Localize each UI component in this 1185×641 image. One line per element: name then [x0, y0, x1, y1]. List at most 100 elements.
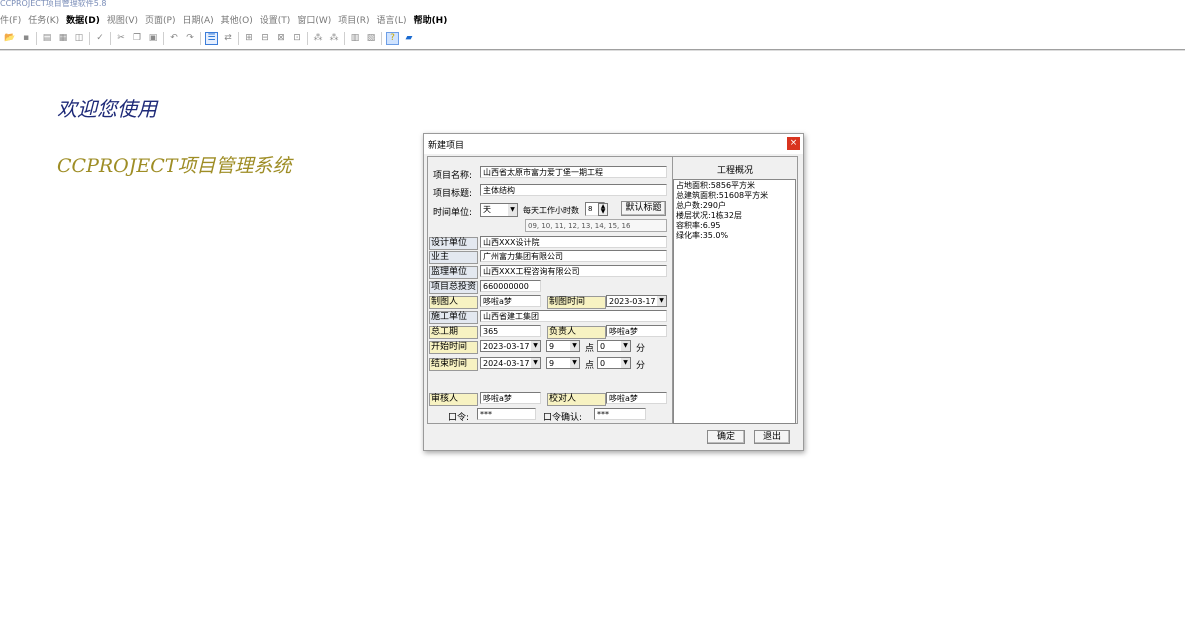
end-minute-select[interactable]: 0 ▼	[597, 357, 631, 369]
owner-field[interactable]: 广州富力集团有限公司	[480, 250, 667, 262]
network-alt-icon[interactable]: ⁂	[328, 32, 340, 44]
overview-title: 工程概况	[716, 166, 753, 176]
start-date-picker[interactable]: 2023-03-17 ▼	[480, 340, 541, 352]
drawer-field[interactable]: 哆啦a梦	[480, 295, 541, 307]
manager-field[interactable]: 哆啦a梦	[606, 325, 667, 337]
toolbar-separator	[200, 31, 201, 45]
split-icon[interactable]: ⊠	[275, 32, 287, 44]
paste-icon[interactable]: ▣	[147, 32, 159, 44]
chevron-down-icon[interactable]: ▼	[531, 341, 540, 351]
project-subtitle-field[interactable]: 主体结构	[480, 184, 667, 196]
project-subtitle-label: 项目标题:	[433, 189, 473, 199]
copy-icon[interactable]: ❐	[131, 32, 143, 44]
chevron-down-icon[interactable]: ▼	[621, 358, 630, 368]
menu-item[interactable]: 其他(O)	[221, 13, 253, 26]
chevron-down-icon[interactable]: ▼	[531, 358, 540, 368]
start-minute-unit: 分	[636, 344, 646, 354]
total-period-field[interactable]: 365	[480, 325, 541, 337]
supervision-label: 监理单位	[429, 266, 478, 279]
menu-item[interactable]: 任务(K)	[28, 13, 59, 26]
print-icon[interactable]: ▦	[57, 32, 69, 44]
menu-item[interactable]: 语言(L)	[377, 13, 407, 26]
dialog-title-bar[interactable]: 新建项目 ×	[424, 134, 803, 154]
start-hour-select[interactable]: 9 ▼	[546, 340, 580, 352]
project-name-field[interactable]: 山西省太原市富力爱丁堡一期工程	[480, 166, 667, 178]
end-hour-value: 9	[549, 359, 555, 368]
end-minute-unit: 分	[636, 361, 646, 371]
investment-field[interactable]: 660000000	[480, 280, 541, 292]
spell-check-icon[interactable]: ✓	[94, 32, 106, 44]
password-label: 口令:	[448, 413, 470, 423]
password-confirm-field[interactable]: ***	[594, 408, 646, 420]
calendar-icon[interactable]: ▥	[349, 32, 361, 44]
default-title-button[interactable]: 默认标题	[621, 201, 666, 216]
password-field[interactable]: ***	[477, 408, 536, 420]
construction-field[interactable]: 山西省建工集团	[480, 310, 667, 322]
link-icon[interactable]: ⇄	[222, 32, 234, 44]
menu-item[interactable]: 帮助(H)	[414, 13, 448, 26]
save-icon[interactable]: ▪	[20, 32, 32, 44]
supervision-field[interactable]: 山西XXX工程咨询有限公司	[480, 265, 667, 277]
work-hours-list[interactable]: 09, 10, 11, 12, 13, 14, 15, 16	[525, 219, 667, 232]
folder-icon[interactable]: ▰	[403, 32, 415, 44]
cut-icon[interactable]: ✂	[115, 32, 127, 44]
welcome-system-name: CCPROJECT项目管理系统	[57, 155, 292, 177]
reviewer-field[interactable]: 哆啦a梦	[480, 392, 541, 404]
toolbar-separator	[307, 31, 308, 45]
menu-item[interactable]: 项目(R)	[338, 13, 369, 26]
page-preview-icon[interactable]: ◫	[73, 32, 85, 44]
menu-item[interactable]: 视图(V)	[107, 13, 138, 26]
end-hour-unit: 点	[585, 361, 595, 371]
menu-item[interactable]: 日期(A)	[182, 13, 213, 26]
total-period-label: 总工期	[429, 326, 478, 339]
construction-label: 施工单位	[429, 311, 478, 324]
chevron-down-icon[interactable]: ▼	[657, 296, 666, 306]
overview-textarea[interactable]: 占地面积:5856平方米 总建筑面积:51608平方米 总户数:290户 楼层状…	[673, 179, 796, 424]
redo-icon[interactable]: ↷	[184, 32, 196, 44]
task-list-icon[interactable]: ☰	[205, 31, 218, 45]
project-overview-panel: 工程概况 占地面积:5856平方米 总建筑面积:51608平方米 总户数:290…	[672, 156, 798, 424]
indent-icon[interactable]: ⊞	[243, 32, 255, 44]
checker-field[interactable]: 哆啦a梦	[606, 392, 667, 404]
menu-item[interactable]: 设置(T)	[260, 13, 291, 26]
exit-button[interactable]: 退出	[754, 430, 790, 444]
draw-time-label: 制图时间	[547, 296, 606, 309]
drawer-label: 制图人	[429, 296, 478, 309]
draw-time-value: 2023-03-17	[609, 297, 656, 306]
toolbar-separator	[36, 31, 37, 45]
draw-time-picker[interactable]: 2023-03-17 ▼	[606, 295, 667, 307]
start-hour-unit: 点	[585, 344, 595, 354]
time-unit-select[interactable]: 天 ▼	[480, 203, 518, 217]
menu-item[interactable]: 数据(D)	[66, 13, 100, 26]
start-minute-select[interactable]: 0 ▼	[597, 340, 631, 352]
menu-item[interactable]: 件(F)	[0, 13, 21, 26]
design-unit-field[interactable]: 山西XXX设计院	[480, 236, 667, 248]
toolbar-separator	[163, 31, 164, 45]
close-icon[interactable]: ×	[787, 137, 800, 150]
toolbar-separator	[110, 31, 111, 45]
toolbar-separator	[381, 31, 382, 45]
chevron-down-icon[interactable]: ▼	[508, 204, 517, 216]
chevron-down-icon[interactable]: ▼	[570, 358, 579, 368]
manager-label: 负责人	[547, 326, 606, 339]
menu-item[interactable]: 页面(P)	[145, 13, 175, 26]
chevron-down-icon[interactable]: ▼	[570, 341, 579, 351]
help-icon[interactable]: ?	[386, 31, 399, 45]
project-form: 项目名称: 山西省太原市富力爱丁堡一期工程 项目标题: 主体结构 时间单位: 天…	[427, 156, 674, 424]
outdent-icon[interactable]: ⊟	[259, 32, 271, 44]
network-icon[interactable]: ⁂	[312, 32, 324, 44]
toolbar-separator	[344, 31, 345, 45]
undo-icon[interactable]: ↶	[168, 32, 180, 44]
merge-icon[interactable]: ⊡	[291, 32, 303, 44]
end-date-picker[interactable]: 2024-03-17 ▼	[480, 357, 541, 369]
chevron-down-icon[interactable]: ▼	[621, 341, 630, 351]
open-folder-icon[interactable]: 📂	[4, 32, 16, 44]
report-icon[interactable]: ▧	[365, 32, 377, 44]
spin-arrows-icon[interactable]: ▲ ▼	[598, 203, 608, 216]
end-hour-select[interactable]: 9 ▼	[546, 357, 580, 369]
toolbar-divider	[0, 49, 1185, 51]
dialog-title: 新建项目	[428, 141, 465, 151]
ok-button[interactable]: 确定	[707, 430, 745, 444]
print-preview-icon[interactable]: ▤	[41, 32, 53, 44]
menu-item[interactable]: 窗口(W)	[297, 13, 331, 26]
